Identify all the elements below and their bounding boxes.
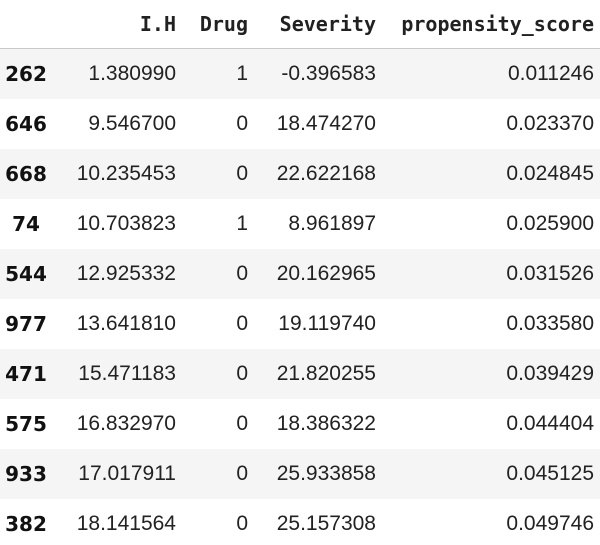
cell-severity: -0.396583: [281, 61, 376, 85]
table-row: 668 10.235453 0 22.622168 0.024845: [0, 148, 600, 199]
row-index: 471: [5, 361, 47, 386]
cell-severity: 22.622168: [276, 161, 376, 185]
cell-severity: 20.162965: [276, 261, 376, 285]
cell-propensity-score: 0.025900: [506, 211, 594, 235]
column-header-drug: Drug: [182, 0, 254, 49]
table-row: 646 9.546700 0 18.474270 0.023370: [0, 98, 600, 149]
cell-severity: 25.933858: [276, 461, 376, 485]
cell-propensity-score: 0.045125: [506, 461, 594, 485]
cell-propensity-score: 0.023370: [506, 111, 594, 135]
cell-propensity-score: 0.024845: [506, 161, 594, 185]
header-row: I.H Drug Severity propensity_score: [0, 0, 600, 49]
table-body: 262 1.380990 1 -0.396583 0.011246 646 9.546700…: [0, 48, 600, 545]
cell-ih: 12.925332: [76, 261, 176, 285]
table-row: 471 15.471183 0 21.820255 0.039429: [0, 348, 600, 399]
cell-drug: 0: [236, 261, 248, 285]
cell-propensity-score: 0.033580: [506, 311, 594, 335]
cell-drug: 0: [236, 361, 248, 385]
cell-ih: 16.832970: [76, 411, 176, 435]
cell-ih: 15.471183: [78, 361, 176, 385]
table-row: 382 18.141564 0 25.157308 0.049746: [0, 498, 600, 545]
row-index: 262: [5, 61, 47, 86]
row-index: 382: [5, 511, 47, 536]
cell-ih: 18.141564: [76, 511, 176, 535]
cell-drug: 0: [236, 311, 248, 335]
cell-drug: 1: [236, 211, 248, 235]
row-index: 933: [5, 461, 47, 486]
cell-ih: 17.017911: [78, 461, 176, 485]
row-index: 74: [12, 211, 40, 236]
cell-drug: 0: [236, 411, 248, 435]
cell-drug: 0: [236, 461, 248, 485]
cell-drug: 0: [236, 111, 248, 135]
column-header-propensity-score: propensity_score: [382, 0, 600, 49]
cell-ih: 13.641810: [76, 311, 176, 335]
cell-propensity-score: 0.049746: [506, 511, 594, 535]
cell-drug: 0: [236, 511, 248, 535]
table-row: 977 13.641810 0 19.119740 0.033580: [0, 298, 600, 349]
cell-severity: 25.157308: [276, 511, 376, 535]
cell-propensity-score: 0.031526: [506, 261, 594, 285]
cell-severity: 18.386322: [276, 411, 376, 435]
cell-drug: 1: [236, 61, 248, 85]
cell-propensity-score: 0.039429: [506, 361, 594, 385]
table-header: I.H Drug Severity propensity_score: [0, 0, 600, 49]
cell-severity: 8.961897: [288, 211, 376, 235]
cell-ih: 1.380990: [88, 61, 176, 85]
index-column-header: [0, 0, 52, 49]
cell-ih: 10.703823: [76, 211, 176, 235]
row-index: 544: [5, 261, 47, 286]
table-row: 933 17.017911 0 25.933858 0.045125: [0, 448, 600, 499]
row-index: 668: [5, 161, 47, 186]
dataframe-output: I.H Drug Severity propensity_score 262 1.…: [0, 0, 600, 545]
cell-ih: 9.546700: [88, 111, 176, 135]
cell-severity: 21.820255: [276, 361, 376, 385]
column-header-severity: Severity: [254, 0, 382, 49]
table-row: 262 1.380990 1 -0.396583 0.011246: [0, 48, 600, 99]
cell-propensity-score: 0.044404: [506, 411, 594, 435]
row-index: 646: [5, 111, 47, 136]
cell-severity: 19.119740: [278, 311, 376, 335]
column-header-ih: I.H: [52, 0, 182, 49]
dataframe-table: I.H Drug Severity propensity_score 262 1.…: [0, 0, 600, 545]
table-row: 575 16.832970 0 18.386322 0.044404: [0, 398, 600, 449]
table-row: 74 10.703823 1 8.961897 0.025900: [0, 198, 600, 249]
cell-ih: 10.235453: [76, 161, 176, 185]
cell-propensity-score: 0.011246: [507, 61, 594, 85]
cell-drug: 0: [236, 161, 248, 185]
row-index: 575: [5, 411, 47, 436]
cell-severity: 18.474270: [276, 111, 376, 135]
row-index: 977: [5, 311, 47, 336]
table-row: 544 12.925332 0 20.162965 0.031526: [0, 248, 600, 299]
